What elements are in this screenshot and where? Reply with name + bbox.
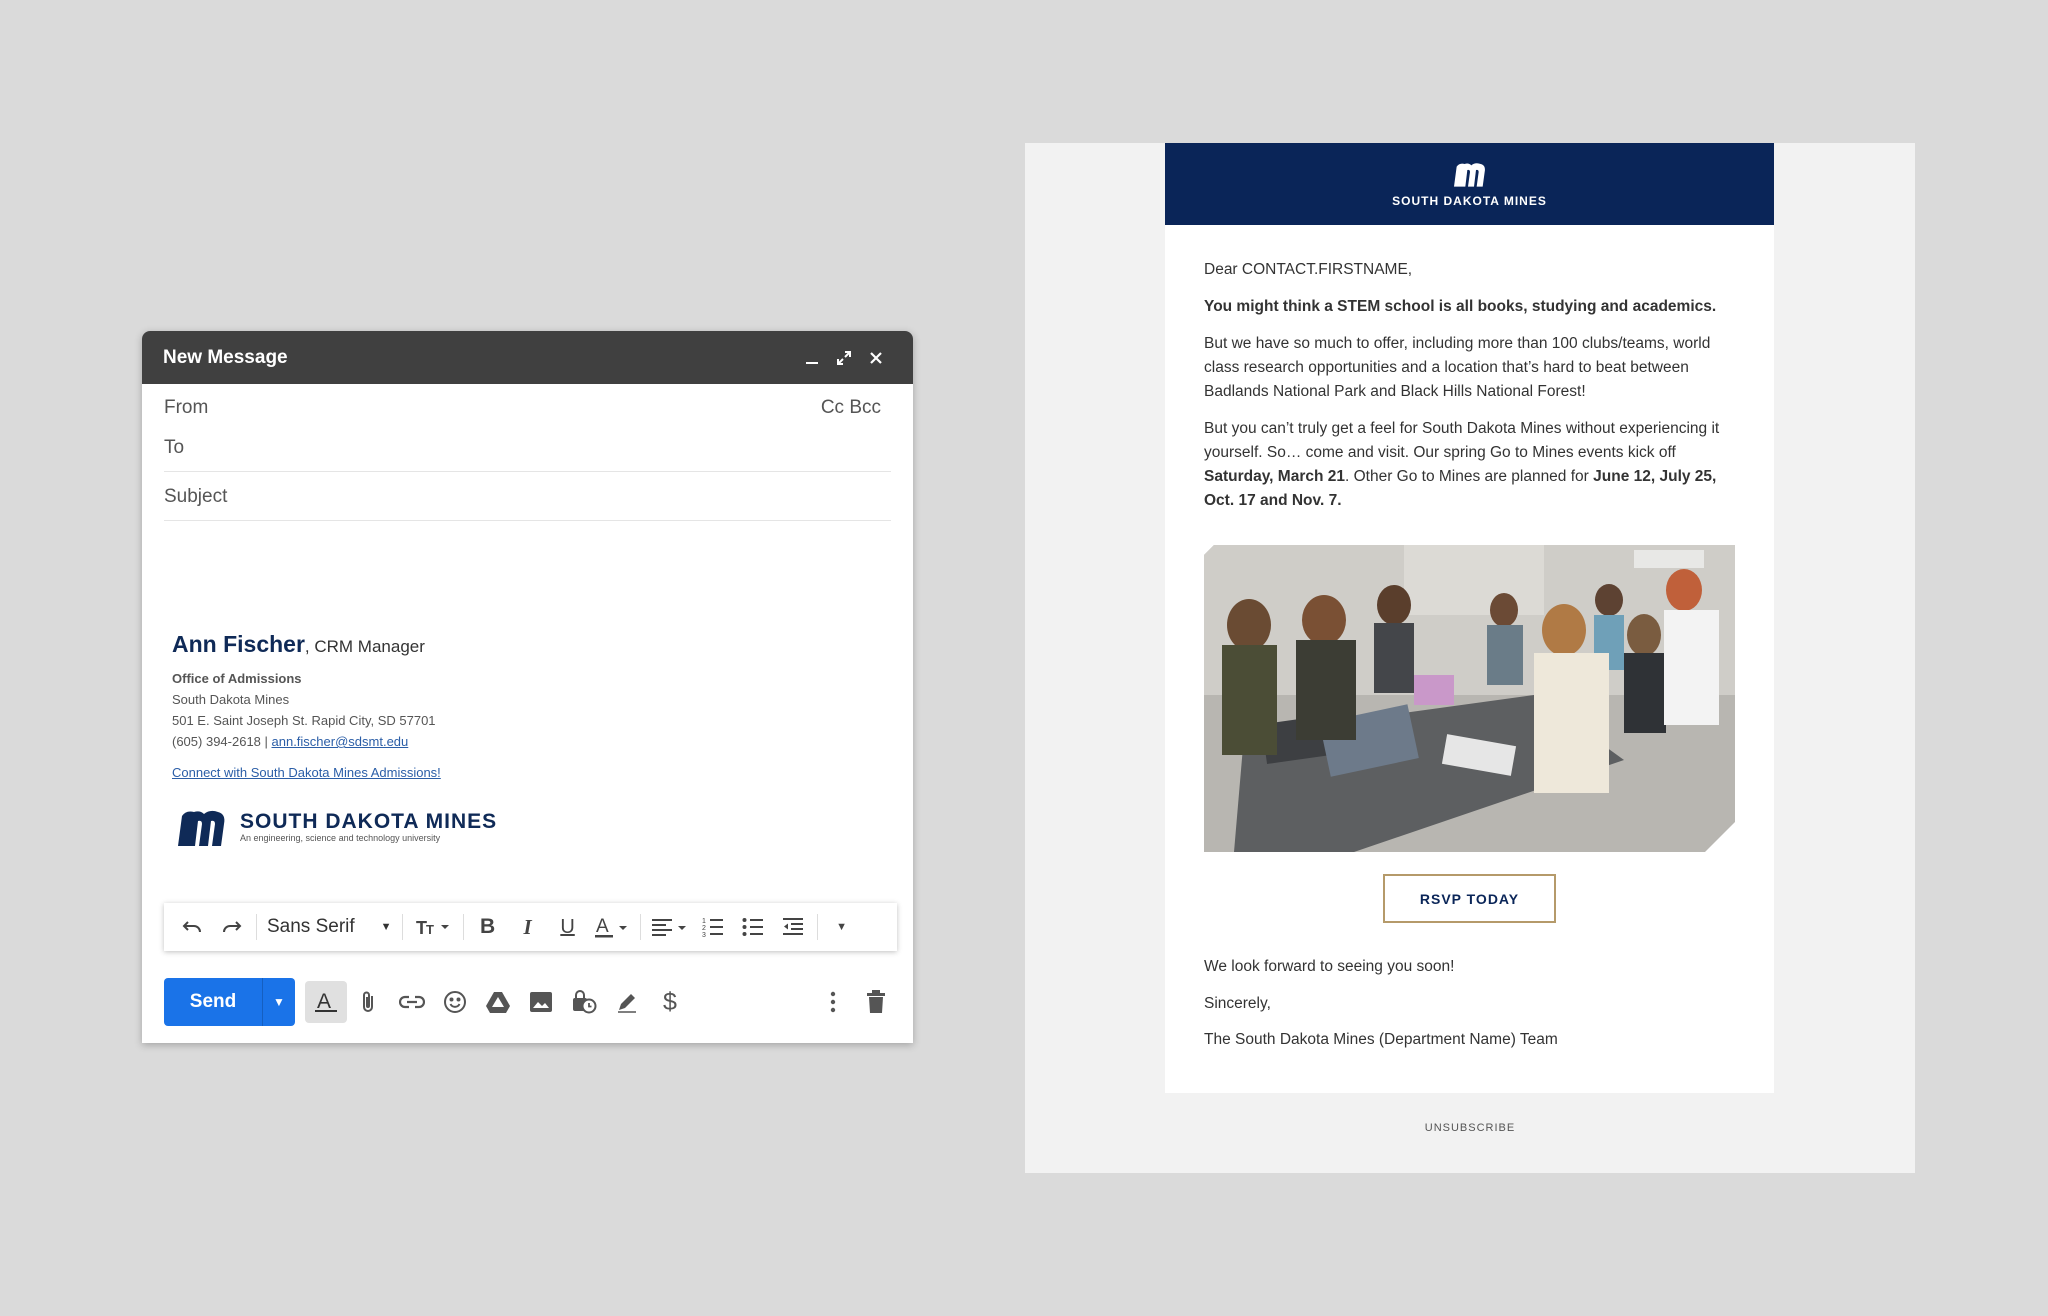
email-paragraph-2: But you can’t truly get a feel for South… [1204, 417, 1744, 513]
signature-department: Office of Admissions [172, 671, 302, 686]
numbered-list-icon[interactable]: 123 [693, 907, 733, 947]
email-paragraph-1: But we have so much to offer, including … [1204, 335, 1711, 400]
closing-line-2: Sincerely, [1204, 994, 1271, 1012]
font-family-select[interactable]: Sans Serif ▼ [261, 916, 398, 938]
paragraph-text: . Other Go to Mines are planned for [1345, 468, 1594, 485]
link-icon[interactable] [391, 981, 433, 1023]
more-formatting-icon[interactable]: ▼ [822, 907, 862, 947]
attach-icon[interactable] [348, 981, 390, 1023]
photo-icon[interactable] [520, 981, 562, 1023]
paragraph-text: But you can’t truly get a feel for South… [1204, 420, 1720, 461]
toolbar-divider [639, 914, 641, 940]
send-options-button[interactable]: ▼ [262, 978, 295, 1026]
email-greeting: Dear CONTACT.FIRSTNAME, [1204, 261, 1413, 278]
email-closing: We look forward to seeing you soon! Sinc… [1204, 955, 1558, 1065]
unsubscribe-link[interactable]: UNSUBSCRIBE [1025, 1122, 1915, 1134]
bold-icon[interactable]: B [468, 907, 508, 947]
trash-icon[interactable] [855, 981, 897, 1023]
more-options-icon[interactable] [812, 981, 854, 1023]
text-color-icon[interactable]: A [588, 907, 636, 947]
svg-text:3: 3 [702, 932, 706, 938]
email-header-banner: SOUTH DAKOTA MINES [1165, 143, 1774, 225]
font-family-value: Sans Serif [267, 916, 355, 937]
signature-logo: SOUTH DAKOTA MINES An engineering, scien… [172, 806, 497, 848]
send-button[interactable]: Send [164, 978, 262, 1026]
underline-icon[interactable]: U [548, 907, 588, 947]
svg-text:1: 1 [702, 918, 706, 925]
mines-logo-icon [1453, 163, 1485, 187]
signature-role: , CRM Manager [304, 637, 425, 656]
close-icon[interactable] [860, 342, 892, 374]
svg-text:T: T [426, 922, 434, 937]
toolbar-divider [462, 914, 464, 940]
signature-contact: (605) 394-2618 | ann.fischer@sdsmt.edu [172, 731, 497, 752]
svg-text:A: A [596, 916, 609, 937]
signature-address: 501 E. Saint Joseph St. Rapid City, SD 5… [172, 713, 436, 728]
confidential-mode-icon[interactable] [563, 981, 605, 1023]
signature-connect-link[interactable]: Connect with South Dakota Mines Admissio… [172, 765, 441, 780]
chevron-down-icon: ▼ [273, 995, 285, 1009]
svg-text:2: 2 [702, 925, 706, 932]
signature-org: South Dakota Mines [172, 692, 290, 707]
compose-actions: Send ▼ A $ [164, 977, 897, 1027]
compose-window: New Message From Cc Bcc To Subject Ann F… [142, 331, 913, 1043]
toolbar-divider [816, 914, 818, 940]
drive-icon[interactable] [477, 981, 519, 1023]
dollar-icon[interactable]: $ [649, 981, 691, 1023]
compose-titlebar[interactable]: New Message [142, 331, 913, 384]
align-icon[interactable] [645, 907, 693, 947]
emoji-icon[interactable] [434, 981, 476, 1023]
email-brand-name: SOUTH DAKOTA MINES [1392, 194, 1547, 208]
italic-icon[interactable]: I [508, 907, 548, 947]
undo-icon[interactable] [172, 907, 212, 947]
toolbar-divider [256, 914, 257, 940]
chevron-down-icon: ▼ [380, 921, 392, 933]
bulleted-list-icon[interactable] [733, 907, 773, 947]
signature-tagline: An engineering, science and technology u… [240, 833, 441, 843]
email-headline: You might think a STEM school is all boo… [1204, 298, 1717, 315]
signature-email-link[interactable]: ann.fischer@sdsmt.edu [272, 734, 409, 749]
email-signature: Ann Fischer, CRM Manager Office of Admis… [172, 631, 497, 848]
subject-field[interactable]: Subject [164, 486, 891, 521]
cc-bcc-link[interactable]: Cc Bcc [821, 397, 881, 419]
from-field[interactable]: From [164, 397, 891, 419]
text-size-icon[interactable]: TT [407, 907, 459, 947]
students-photo [1204, 545, 1735, 852]
redo-icon[interactable] [212, 907, 252, 947]
minimize-icon[interactable] [796, 342, 828, 374]
rsvp-button[interactable]: RSVP TODAY [1383, 874, 1556, 923]
signature-icon[interactable] [606, 981, 648, 1023]
closing-line-1: We look forward to seeing you soon! [1204, 958, 1455, 975]
svg-text:A: A [317, 990, 331, 1013]
signature-name: Ann Fischer [172, 631, 305, 657]
signature-phone: (605) 394-2618 | [172, 734, 272, 749]
to-field[interactable]: To [164, 437, 891, 472]
email-preview: SOUTH DAKOTA MINES Dear CONTACT.FIRSTNAM… [1025, 143, 1915, 1173]
indent-icon[interactable] [773, 907, 813, 947]
closing-line-3: The South Dakota Mines (Department Name)… [1204, 1031, 1558, 1048]
expand-icon[interactable] [828, 342, 860, 374]
toolbar-divider [401, 914, 403, 940]
event-date: Saturday, March 21 [1204, 468, 1345, 485]
formatting-options-icon[interactable]: A [305, 981, 347, 1023]
mines-logo-icon [178, 810, 225, 846]
signature-wordmark: SOUTH DAKOTA MINES [240, 810, 498, 833]
email-card: SOUTH DAKOTA MINES Dear CONTACT.FIRSTNAM… [1165, 143, 1774, 1093]
email-body: Dear CONTACT.FIRSTNAME, You might think … [1204, 258, 1744, 526]
compose-title: New Message [163, 346, 288, 368]
formatting-toolbar: Sans Serif ▼ TT B I U A 123 ▼ [164, 903, 897, 951]
